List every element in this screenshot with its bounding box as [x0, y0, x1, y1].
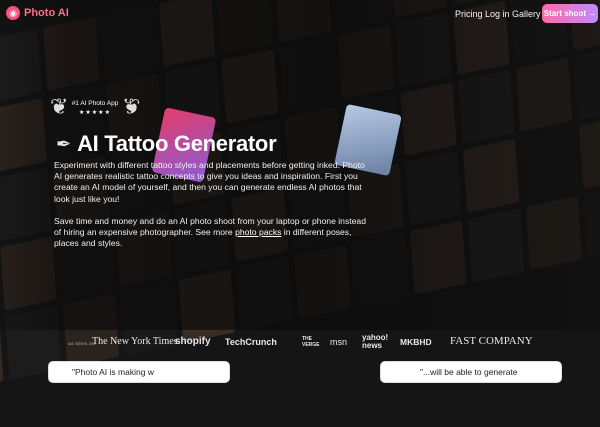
testimonial-text: "Photo AI is making w [72, 367, 154, 377]
nav-link-pricing[interactable]: Pricing [455, 9, 483, 19]
testimonial-text: "...will be able to generate [420, 367, 518, 377]
hero-description: Experiment with different tattoo styles … [54, 160, 365, 204]
hero-headline: ✒ AI Tattoo Generator [56, 131, 277, 157]
mkbhd-logo: MKBHD [400, 337, 432, 347]
nav-link-login[interactable]: Log in [485, 9, 510, 19]
award-badge: ❦ ❦ #1 AI Photo App ★★★★★ [48, 92, 142, 126]
the-verge-logo: THE VERGE [302, 336, 320, 348]
brand-name: Photo AI [24, 7, 69, 19]
nav-link-gallery[interactable]: Gallery [512, 9, 541, 19]
laurel-left-icon: ❦ [50, 94, 69, 119]
fast-company-logo: FAST COMPANY [450, 335, 533, 347]
nyt-logo: The New York Times [92, 336, 178, 347]
start-shoot-button[interactable]: Start shoot → [542, 4, 598, 23]
brand-logo[interactable]: ◉ Photo AI [6, 6, 69, 20]
yahoo-news-logo: yahoo! news [362, 333, 389, 350]
tattoo-needle-icon: ✒ [56, 133, 72, 154]
laurel-right-icon: ❦ [121, 94, 140, 119]
techcrunch-logo: TechCrunch [225, 337, 277, 347]
top-nav: ◉ Photo AI Pricing Log in Gallery Start … [0, 0, 600, 28]
camera-icon: ◉ [6, 6, 20, 20]
hero-description-secondary: Save time and money and do an AI photo s… [54, 216, 366, 249]
shopify-logo: shopify [175, 336, 211, 347]
msn-logo: msn [330, 337, 348, 347]
photo-packs-link[interactable]: photo packs [235, 227, 281, 237]
page-title: AI Tattoo Generator [77, 131, 277, 156]
